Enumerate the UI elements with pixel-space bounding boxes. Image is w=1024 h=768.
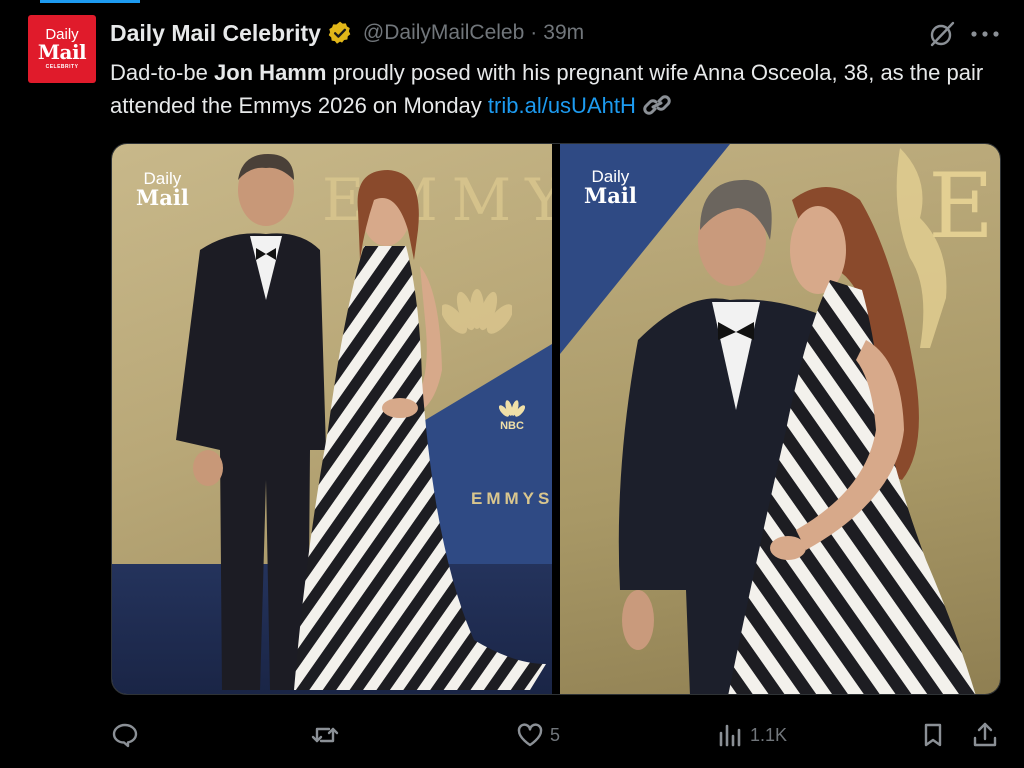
watermark-left: Daily Mail	[136, 170, 189, 208]
watermark-mail: Mail	[584, 183, 637, 208]
header-separator: ·	[530, 21, 538, 44]
tweet-timestamp[interactable]: 39m	[543, 21, 584, 45]
link-icon[interactable]	[642, 92, 672, 118]
like-button[interactable]: 5	[516, 718, 560, 752]
watermark-mail: Mail	[136, 185, 189, 210]
photo-right[interactable]: E Daily Mail	[560, 144, 1000, 694]
share-icon	[973, 722, 997, 747]
retweet-icon	[311, 727, 339, 743]
tweet-link[interactable]: trib.al/usUAhtH	[488, 93, 636, 118]
views-count: 1.1K	[750, 724, 788, 745]
bookmark-icon	[924, 723, 942, 747]
share-button[interactable]	[971, 718, 999, 752]
avatar-text-mail: Mail	[37, 40, 87, 64]
avatar[interactable]: Daily Mail CELEBRITY	[28, 15, 96, 83]
reply-icon	[112, 723, 138, 748]
views-button[interactable]: 1.1K	[716, 718, 787, 752]
author-display-name[interactable]: Daily Mail Celebrity	[110, 20, 321, 47]
watermark-right: Daily Mail	[584, 168, 637, 206]
tweet-header: Daily Mail Celebrity @DailyMailCeleb · 3…	[110, 17, 1024, 49]
views-icon	[719, 724, 741, 747]
tab-indicator	[40, 0, 140, 3]
more-icon[interactable]	[971, 31, 999, 37]
bookmark-button[interactable]	[919, 718, 947, 752]
verified-badge-icon[interactable]	[327, 20, 353, 46]
woman-in-striped-dress	[294, 170, 546, 690]
tweet-actions: 5 1.1K	[111, 718, 1001, 752]
tweet-text: Dad-to-be Jon Hamm proudly posed with hi…	[110, 56, 1010, 122]
avatar-text-celebrity: CELEBRITY	[45, 64, 79, 70]
like-count: 5	[550, 724, 561, 745]
media-grid: EMMY NBC EMMYS Daily Mail E Daily Mail	[111, 143, 1001, 695]
tweet-text-part1: Dad-to-be	[110, 60, 214, 85]
tweet-text-name: Jon Hamm	[213, 60, 327, 85]
grok-icon[interactable]	[927, 19, 957, 49]
author-handle[interactable]: @DailyMailCeleb	[363, 21, 524, 45]
woman-in-striped-dress	[728, 187, 976, 694]
reply-button[interactable]	[111, 718, 145, 752]
like-icon	[517, 723, 543, 747]
retweet-button[interactable]	[311, 718, 345, 752]
photo-left[interactable]: EMMY NBC EMMYS Daily Mail	[112, 144, 552, 694]
